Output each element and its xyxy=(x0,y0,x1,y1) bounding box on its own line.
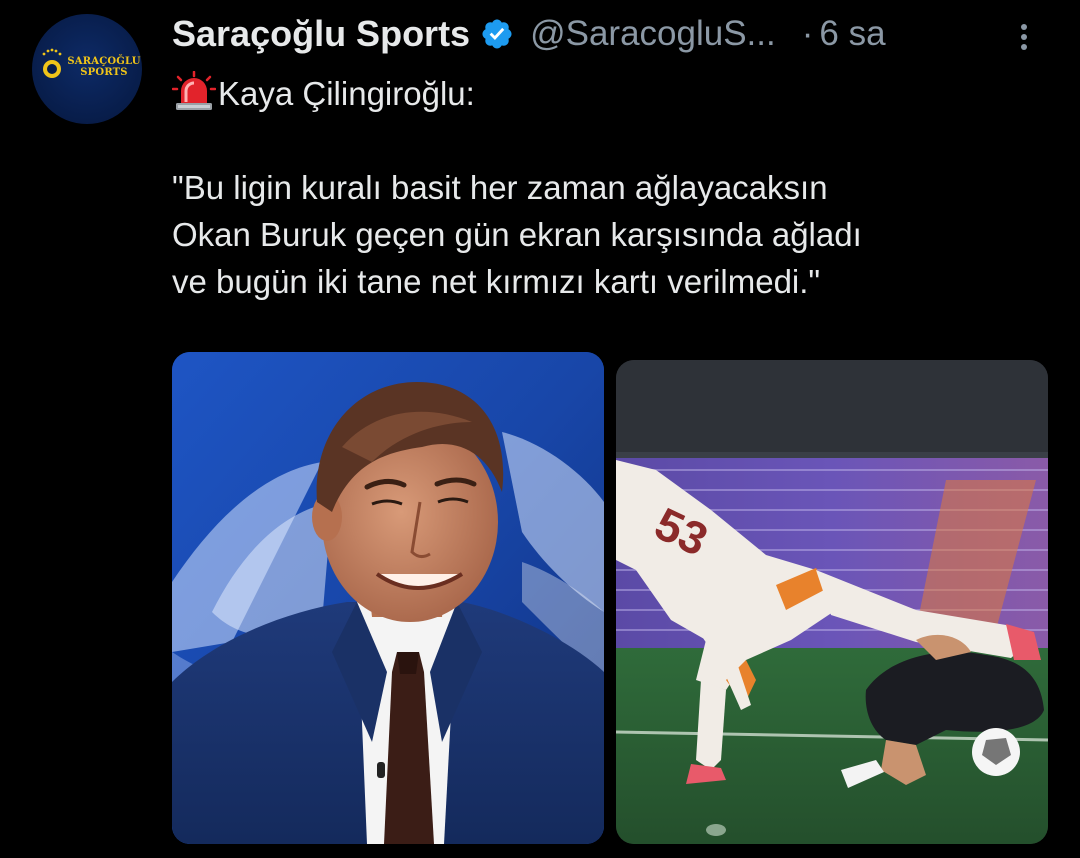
handle[interactable]: @SaracogluS... xyxy=(530,14,776,54)
tweet-line-1: Kaya Çilingiroğlu: xyxy=(171,70,1052,117)
tweet-line-4: Okan Buruk geçen gün ekran karşısında ağ… xyxy=(172,216,862,253)
tweet-line-2 xyxy=(172,117,1052,164)
tweet-text: Kaya Çilingiroğlu: "Bu ligin kuralı basi… xyxy=(171,70,1052,305)
media-photo-studio[interactable] xyxy=(172,352,604,844)
separator-dot: · xyxy=(801,14,814,53)
display-name[interactable]: Saraçoğlu Sports xyxy=(172,13,470,55)
timestamp[interactable]: 6 sa xyxy=(819,14,885,54)
avatar[interactable]: SARAÇOĞLU SPORTS xyxy=(32,14,142,124)
more-vertical-icon[interactable] xyxy=(1012,20,1036,54)
tweet-header: Saraçoğlu Sports @SaracogluS... · 6 sa xyxy=(172,8,886,60)
tweet-line-3: "Bu ligin kuralı basit her zaman ağlayac… xyxy=(172,169,828,206)
tweet-line-5: ve bugün iki tane net kırmızı kartı veri… xyxy=(172,263,821,300)
rotating-light-icon xyxy=(171,70,217,111)
media-grid: 53 xyxy=(172,352,1048,846)
media-photo-match[interactable]: 53 xyxy=(616,360,1048,844)
verified-badge-icon[interactable] xyxy=(480,17,514,51)
avatar-logo-text: SARAÇOĞLU SPORTS xyxy=(67,56,141,78)
tweet-card[interactable]: SARAÇOĞLU SPORTS Saraçoğlu Sports @Sarac… xyxy=(0,0,1080,858)
